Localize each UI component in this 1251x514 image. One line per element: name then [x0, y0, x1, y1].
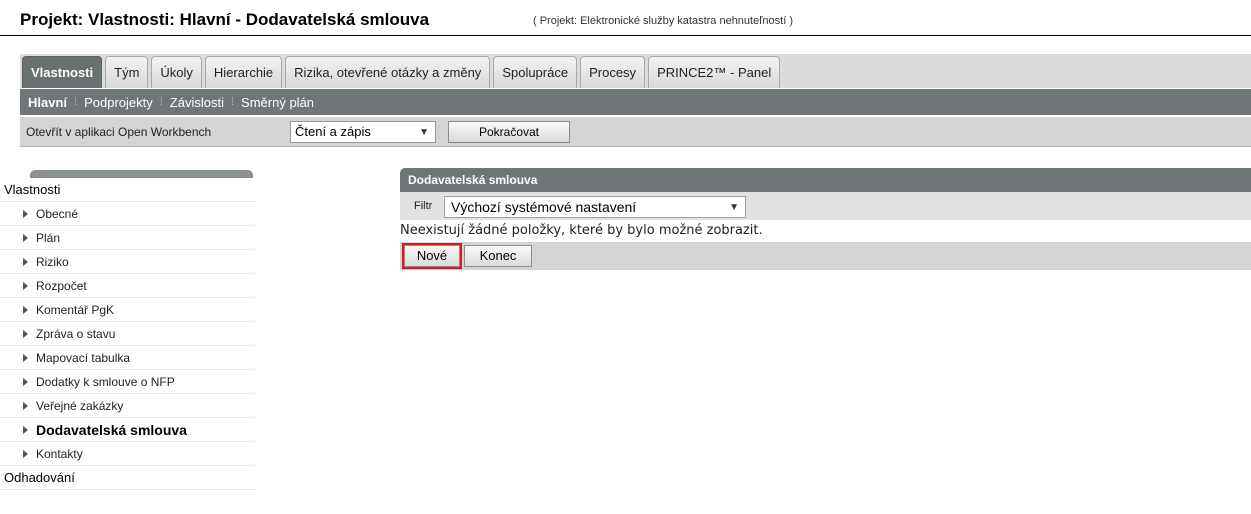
triangle-right-icon	[23, 257, 28, 266]
sidebar-item-dodavatelska-smlouva[interactable]: Dodavatelská smlouva	[0, 418, 255, 442]
subnav-hlavni[interactable]: Hlavní	[28, 95, 67, 110]
open-workbench-label: Otevřít v aplikaci Open Workbench	[26, 125, 212, 139]
sidebar-item-label: Komentář PgK	[36, 303, 115, 317]
chevron-down-icon: ▼	[419, 127, 429, 138]
tab-ukoly[interactable]: Úkoly	[151, 56, 202, 88]
tab-prince2-panel[interactable]: PRINCE2™ - Panel	[648, 56, 781, 88]
project-subtitle: ( Projekt: Elektronické služby katastra …	[533, 15, 793, 27]
triangle-right-icon	[23, 233, 28, 242]
sidebar-item-label: Dodavatelská smlouva	[36, 422, 187, 438]
sidebar-item-kontakty[interactable]: Kontakty	[0, 442, 255, 466]
tab-procesy[interactable]: Procesy	[580, 56, 646, 88]
sidebar-item-label: Riziko	[36, 255, 69, 269]
sidebar-item-label: Obecné	[36, 207, 79, 221]
subnav-separator: ⁞	[230, 96, 235, 108]
tab-hierarchie[interactable]: Hierarchie	[204, 56, 283, 88]
sidebar-item-verejne-zakazky[interactable]: Veřejné zakázky	[0, 394, 255, 418]
properties-sidebar: Vlastnosti Obecné Plán Riziko Rozpočet K…	[0, 170, 255, 490]
sidebar-item-label: Mapovací tabulka	[36, 351, 131, 365]
sidebar-section-odhadovani[interactable]: Odhadování	[0, 466, 255, 490]
panel-title: Dodavatelská smlouva	[400, 168, 1251, 192]
page-header: Projekt: Vlastnosti: Hlavní - Dodavatels…	[0, 0, 1251, 36]
sidebar-item-rozpocet[interactable]: Rozpočet	[0, 274, 255, 298]
triangle-right-icon	[23, 281, 28, 290]
page-title: Projekt: Vlastnosti: Hlavní - Dodavatels…	[20, 10, 430, 29]
sidebar-item-plan[interactable]: Plán	[0, 226, 255, 250]
access-mode-select[interactable]: Čtení a zápis ▼	[290, 121, 436, 143]
sidebar-item-komentar-pgk[interactable]: Komentář PgK	[0, 298, 255, 322]
main-tabs: Vlastnosti Tým Úkoly Hierarchie Rizika, …	[22, 56, 781, 89]
open-workbench-toolbar: Otevřít v aplikaci Open Workbench Čtení …	[20, 117, 1251, 147]
sidebar-item-zprava-o-stavu[interactable]: Zpráva o stavu	[0, 322, 255, 346]
subnav-podprojekty[interactable]: Podprojekty	[84, 95, 153, 110]
tab-vlastnosti[interactable]: Vlastnosti	[22, 56, 103, 88]
sidebar-item-label: Zpráva o stavu	[36, 327, 116, 341]
subnav-zavislosti[interactable]: Závislosti	[170, 95, 224, 110]
chevron-down-icon: ▼	[729, 202, 739, 213]
sidebar-item-mapovaci-tabulka[interactable]: Mapovací tabulka	[0, 346, 255, 370]
triangle-right-icon	[23, 449, 28, 458]
triangle-right-icon	[23, 209, 28, 218]
sidebar-header-tab	[30, 170, 253, 178]
continue-button[interactable]: Pokračovat	[448, 121, 570, 143]
subnav-separator: ⁞	[159, 96, 163, 108]
close-button[interactable]: Konec	[464, 245, 532, 267]
subnav-separator: ⁞	[74, 96, 78, 108]
tab-spoluprace[interactable]: Spolupráce	[493, 56, 578, 88]
sidebar-item-obecne[interactable]: Obecné	[0, 202, 255, 226]
tab-tym[interactable]: Tým	[105, 56, 149, 88]
new-button[interactable]: Nové	[404, 245, 460, 267]
triangle-right-icon	[23, 353, 28, 362]
supplier-contract-panel: Dodavatelská smlouva Filtr Výchozí systé…	[400, 168, 1251, 270]
filter-select[interactable]: Výchozí systémové nastavení ▼	[444, 196, 746, 218]
empty-list-message: Neexistují žádné položky, které by bylo …	[400, 223, 763, 238]
sidebar-item-label: Veřejné zakázky	[36, 399, 124, 413]
access-mode-value: Čtení a zápis	[295, 124, 371, 139]
sidebar-section-vlastnosti[interactable]: Vlastnosti	[0, 178, 255, 202]
sidebar-item-label: Rozpočet	[36, 279, 87, 293]
subnav-smerny-plan[interactable]: Směrný plán	[241, 95, 314, 110]
triangle-right-icon	[23, 305, 28, 314]
sidebar-item-riziko[interactable]: Riziko	[0, 250, 255, 274]
filter-row: Filtr Výchozí systémové nastavení ▼	[400, 192, 1251, 220]
action-button-row: Nové Konec	[400, 242, 1251, 270]
filter-value: Výchozí systémové nastavení	[451, 199, 637, 215]
sidebar-item-dodatky[interactable]: Dodatky k smlouve o NFP	[0, 370, 255, 394]
sidebar-item-label: Dodatky k smlouve o NFP	[36, 375, 175, 389]
filter-label: Filtr	[414, 200, 433, 212]
sidebar-item-label: Plán	[36, 231, 61, 245]
triangle-right-icon	[23, 401, 28, 410]
triangle-right-icon	[23, 426, 28, 435]
triangle-right-icon	[23, 377, 28, 386]
triangle-right-icon	[23, 329, 28, 338]
sidebar-item-label: Kontakty	[36, 447, 83, 461]
tab-rizika[interactable]: Rizika, otevřené otázky a změny	[285, 56, 491, 88]
subnav-bar: Hlavní ⁞ Podprojekty ⁞ Závislosti ⁞ Směr…	[20, 89, 1251, 115]
